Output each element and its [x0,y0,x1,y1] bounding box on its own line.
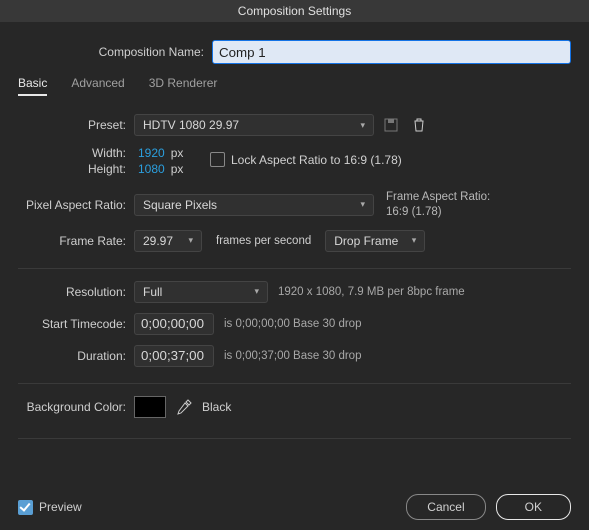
par-select[interactable]: Square Pixels ▾ [134,194,374,216]
cancel-button[interactable]: Cancel [406,494,485,520]
tab-3d-renderer[interactable]: 3D Renderer [149,76,218,96]
comp-name-input[interactable] [212,40,571,64]
par-value: Square Pixels [143,198,217,212]
frame-aspect-info: Frame Aspect Ratio: 16:9 (1.78) [386,190,490,220]
lock-aspect-checkbox[interactable] [210,152,225,167]
tab-basic[interactable]: Basic [18,76,47,96]
start-tc-info: is 0;00;00;00 Base 30 drop [224,318,361,330]
height-unit: px [171,162,184,176]
lock-aspect-label: Lock Aspect Ratio to 16:9 (1.78) [231,153,402,167]
fps-unit: frames per second [216,235,311,247]
resolution-select[interactable]: Full ▾ [134,281,268,303]
composition-settings-dialog: Composition Settings Composition Name: B… [0,0,589,530]
preview-label: Preview [39,500,82,514]
chevron-down-icon: ▾ [188,235,193,246]
duration-input[interactable] [134,345,214,367]
width-unit: px [171,146,184,160]
duration-label: Duration: [18,349,134,363]
framerate-input[interactable]: 29.97 ▾ [134,230,202,252]
preview-checkbox[interactable] [18,500,33,515]
par-label: Pixel Aspect Ratio: [18,198,134,212]
chevron-down-icon: ▾ [412,235,417,246]
resolution-label: Resolution: [18,285,134,299]
width-input[interactable]: 1920 [134,146,169,160]
preset-select[interactable]: HDTV 1080 29.97 ▾ [134,114,374,136]
chevron-down-icon: ▾ [254,286,259,297]
dropframe-select[interactable]: Drop Frame ▾ [325,230,425,252]
chevron-down-icon: ▾ [360,199,365,210]
duration-info: is 0;00;37;00 Base 30 drop [224,350,361,362]
start-tc-input[interactable] [134,313,214,335]
bg-color-swatch[interactable] [134,396,166,418]
resolution-info: 1920 x 1080, 7.9 MB per 8bpc frame [278,286,465,298]
trash-icon[interactable] [408,114,430,136]
framerate-label: Frame Rate: [18,234,134,248]
dialog-title: Composition Settings [0,0,589,22]
bg-color-label: Background Color: [18,400,134,414]
bg-color-name: Black [202,400,231,414]
save-preset-icon[interactable] [380,114,402,136]
ok-button[interactable]: OK [496,494,571,520]
comp-name-label: Composition Name: [18,45,212,59]
preset-value: HDTV 1080 29.97 [143,118,239,132]
preset-label: Preset: [18,118,134,132]
chevron-down-icon: ▾ [360,120,365,131]
height-input[interactable]: 1080 [134,162,169,176]
height-label: Height: [18,162,134,176]
width-label: Width: [18,146,134,160]
start-tc-label: Start Timecode: [18,317,134,331]
tab-advanced[interactable]: Advanced [71,76,124,96]
eyedropper-icon[interactable] [176,399,192,415]
